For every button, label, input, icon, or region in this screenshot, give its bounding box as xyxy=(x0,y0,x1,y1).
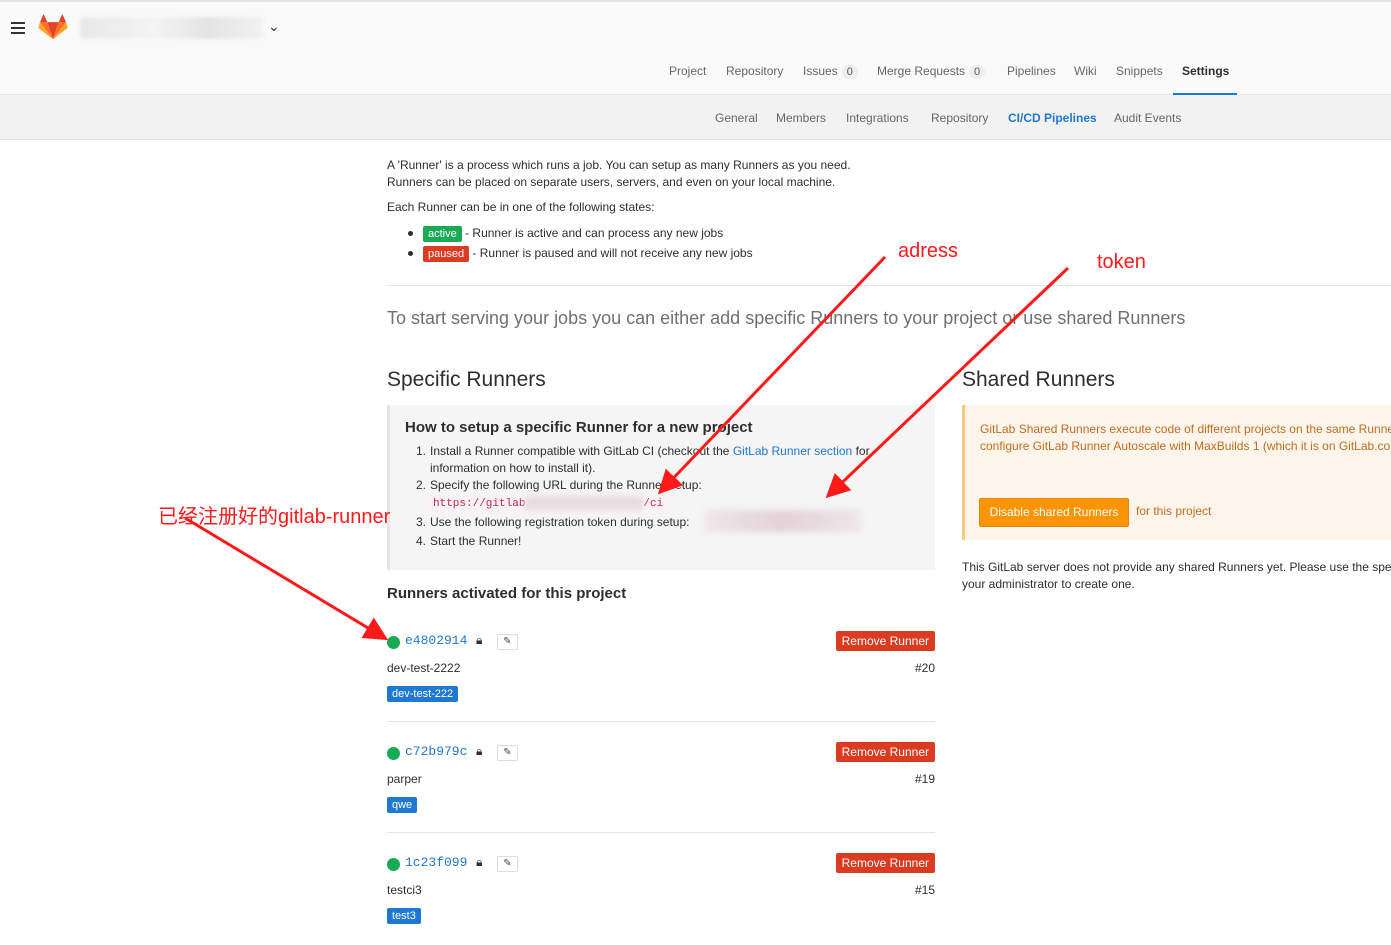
gitlab-logo-icon[interactable] xyxy=(38,14,68,40)
runner-tag: qwe xyxy=(387,797,418,813)
settings-subnav: General Members Integrations Repository … xyxy=(0,95,1391,140)
edit-icon[interactable]: ✎ xyxy=(497,856,518,872)
runner-id-link[interactable]: e4802914 xyxy=(405,633,467,648)
remove-runner-button[interactable]: Remove Runner xyxy=(835,631,935,651)
annotation-token: token xyxy=(1097,251,1146,273)
lock-icon: 🔒︎ xyxy=(476,855,483,869)
runner-online-status-icon xyxy=(387,858,400,871)
merge-requests-count-badge: 0 xyxy=(969,65,986,79)
bullet-icon xyxy=(408,251,413,257)
runner-number: #19 xyxy=(914,772,935,786)
annotation-registered-runner: 已经注册好的gitlab-runner xyxy=(158,506,391,528)
shared-info-line-1: GitLab Shared Runners execute code of di… xyxy=(980,422,1391,436)
runner-description: parper xyxy=(387,772,422,786)
lock-icon: 🔒︎ xyxy=(476,744,483,758)
issues-count-badge: 0 xyxy=(841,65,858,79)
setup-step-1: 1. Install a Runner compatible with GitLa… xyxy=(416,444,870,475)
states-label: Each Runner can be in one of the followi… xyxy=(387,200,655,214)
runner-item: 1c23f099 🔒︎ ✎ Remove Runner testci3 #15 … xyxy=(387,853,935,945)
runner-description: dev-test-2222 xyxy=(387,661,461,675)
subnav-general[interactable]: General xyxy=(715,111,758,125)
section-divider xyxy=(387,285,1391,286)
shared-info-line-2: configure GitLab Runner Autoscale with M… xyxy=(980,439,1391,453)
arrow-to-runner xyxy=(184,516,389,641)
setup-instructions-title: How to setup a specific Runner for a new… xyxy=(405,419,753,436)
runner-item: c72b979c 🔒︎ ✎ Remove Runner parper #19 q… xyxy=(387,742,935,844)
runner-online-status-icon xyxy=(387,747,400,760)
setup-step-2: 2. Specify the following URL during the R… xyxy=(416,477,900,514)
subnav-integrations[interactable]: Integrations xyxy=(846,111,909,125)
active-badge: active xyxy=(423,226,462,242)
edit-icon[interactable]: ✎ xyxy=(497,745,518,761)
runner-id-link[interactable]: c72b979c xyxy=(405,744,467,759)
disable-shared-runners-button[interactable]: Disable shared Runners xyxy=(979,498,1129,527)
activated-runners-title: Runners activated for this project xyxy=(387,585,627,602)
subnav-members[interactable]: Members xyxy=(776,111,826,125)
bullet-icon xyxy=(408,231,413,237)
shared-runners-title: Shared Runners xyxy=(962,368,1115,391)
nav-wiki[interactable]: Wiki xyxy=(1074,64,1097,78)
nav-issues[interactable]: Issues 0 xyxy=(803,64,858,79)
edit-icon[interactable]: ✎ xyxy=(497,634,518,650)
setup-step-4: 4. Start the Runner! xyxy=(416,534,522,548)
runner-number: #20 xyxy=(914,661,935,675)
active-state-text: - Runner is active and can process any n… xyxy=(461,226,724,240)
runner-divider xyxy=(387,721,935,722)
setup-steps-list: 1. Install a Runner compatible with GitLa… xyxy=(416,443,900,550)
remove-runner-button[interactable]: Remove Runner xyxy=(835,742,935,762)
remove-runner-button[interactable]: Remove Runner xyxy=(835,853,935,873)
runner-intro: A 'Runner' is a process which runs a job… xyxy=(387,157,907,191)
runner-description: testci3 xyxy=(387,883,422,897)
top-header: ⌄ Project Repository Issues 0 Merge Reque… xyxy=(0,0,1391,95)
registration-token-redacted[interactable] xyxy=(705,510,861,532)
runner-id-link[interactable]: 1c23f099 xyxy=(405,855,467,870)
for-this-project-label: for this project xyxy=(1136,504,1212,518)
subnav-ci-cd-pipelines[interactable]: CI/CD Pipelines xyxy=(1008,111,1097,125)
nav-settings[interactable]: Settings xyxy=(1182,64,1229,78)
paused-state-text: - Runner is paused and will not receive … xyxy=(469,246,753,260)
annotation-adress: adress xyxy=(898,240,959,262)
intro-line-1: A 'Runner' is a process which runs a job… xyxy=(387,158,851,172)
url-redacted xyxy=(525,496,644,511)
runners-lead-text: To start serving your jobs you can eithe… xyxy=(387,308,1186,328)
runner-tag: dev-test-222 xyxy=(387,686,459,702)
runner-url-code[interactable]: https://gitlab/ci xyxy=(430,495,667,514)
lock-icon: 🔒︎ xyxy=(476,633,483,647)
nav-project[interactable]: Project xyxy=(669,64,706,78)
specific-runners-title: Specific Runners xyxy=(387,368,546,391)
nav-pipelines[interactable]: Pipelines xyxy=(1007,64,1056,78)
state-paused-row: paused - Runner is paused and will not r… xyxy=(408,246,753,262)
runner-online-status-icon xyxy=(387,636,400,649)
gitlab-runner-section-link[interactable]: GitLab Runner section xyxy=(733,444,852,458)
setup-instructions-box: How to setup a specific Runner for a new… xyxy=(387,405,935,570)
runner-divider xyxy=(387,832,935,833)
state-active-row: active - Runner is active and can proces… xyxy=(408,226,723,242)
chevron-down-icon[interactable]: ⌄ xyxy=(268,18,280,35)
subnav-repository[interactable]: Repository xyxy=(931,111,988,125)
paused-badge: paused xyxy=(423,246,470,262)
project-name-blurred[interactable] xyxy=(80,17,264,39)
runner-tag: test3 xyxy=(387,908,421,924)
runner-number: #15 xyxy=(914,883,935,897)
shared-runners-note: This GitLab server does not provide any … xyxy=(962,560,1391,591)
nav-snippets[interactable]: Snippets xyxy=(1116,64,1163,78)
subnav-audit-events[interactable]: Audit Events xyxy=(1114,111,1181,125)
nav-repository[interactable]: Repository xyxy=(726,64,783,78)
nav-merge-requests[interactable]: Merge Requests 0 xyxy=(877,64,986,79)
hamburger-menu-icon[interactable] xyxy=(11,22,25,34)
intro-line-2: Runners can be placed on separate users,… xyxy=(387,175,836,189)
runner-item: e4802914 🔒︎ ✎ Remove Runner dev-test-222… xyxy=(387,631,935,733)
